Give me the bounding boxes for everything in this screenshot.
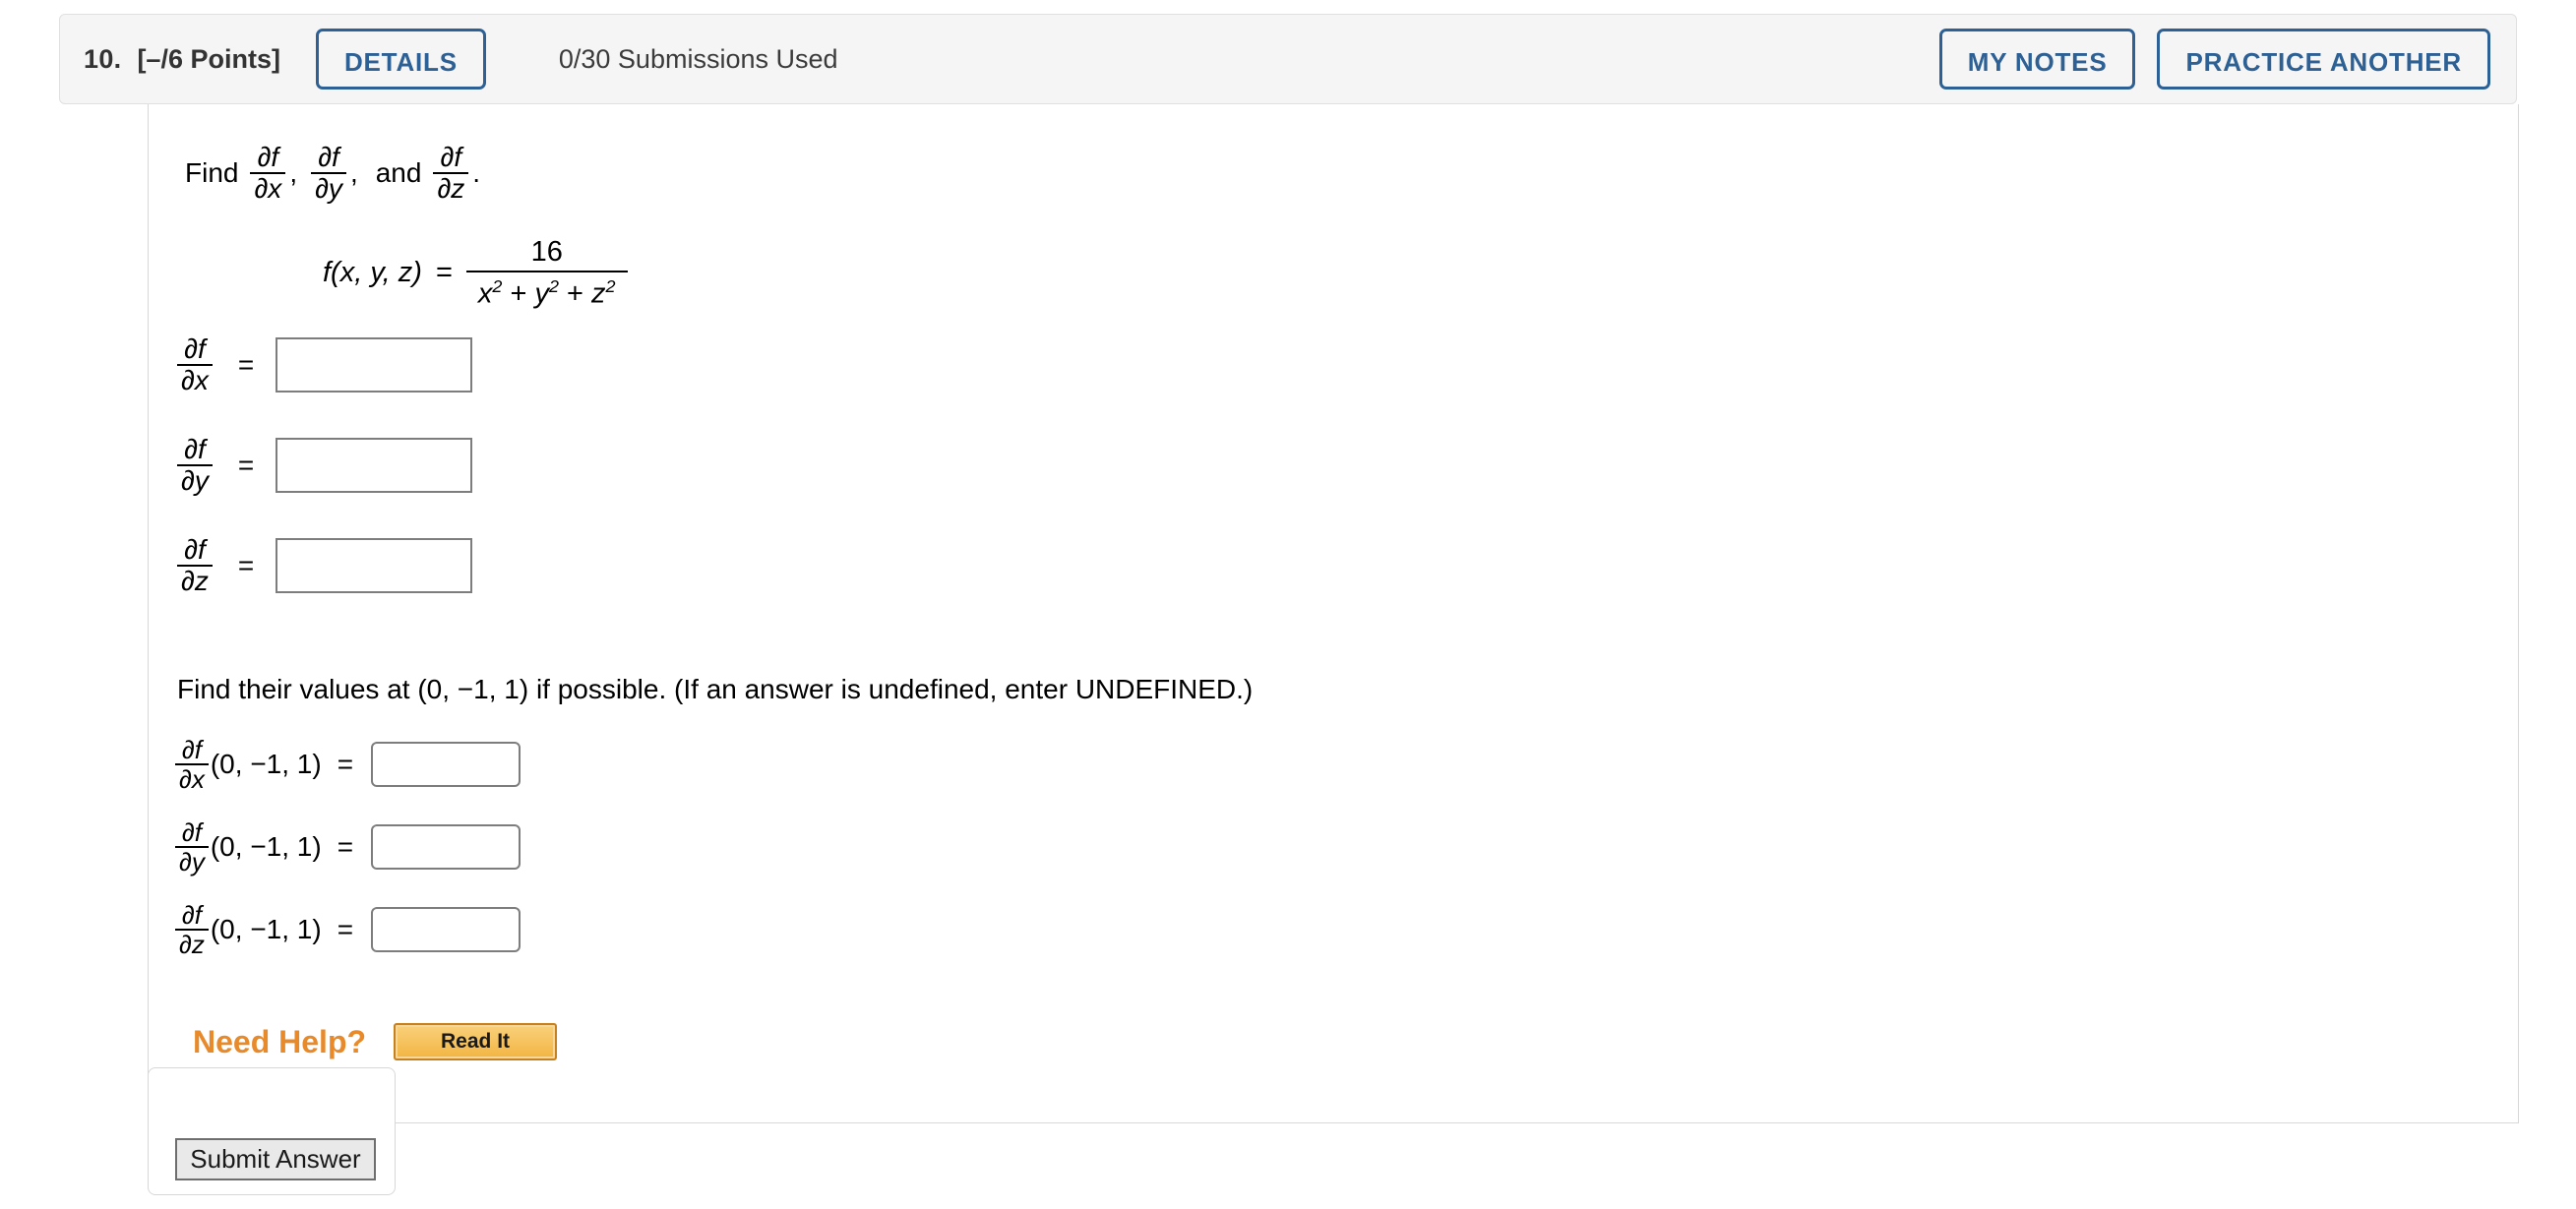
denominator: ∂y — [177, 464, 213, 496]
partial-f-partial-x-inline: ∂f ∂x — [250, 142, 286, 204]
answer-input-fy[interactable] — [276, 438, 473, 494]
header-actions: MY NOTES PRACTICE ANOTHER — [1938, 29, 2490, 90]
denominator: ∂z — [177, 565, 213, 596]
need-help-label: Need Help? — [193, 1023, 367, 1059]
partial-f-partial-z-label: ∂f ∂z — [177, 534, 213, 596]
partial-f-numerator: ∂f — [440, 142, 462, 172]
eval-input-fy[interactable] — [371, 824, 521, 871]
equals-sign: = — [337, 749, 354, 780]
eval-point-fy: (0, −1, 1) — [210, 831, 322, 863]
function-definition: f(x, y, z) = 16 x2 + y2 + z2 — [323, 236, 628, 311]
numerator: ∂f — [184, 534, 206, 565]
den-y-exp: 2 — [548, 276, 559, 296]
my-notes-button[interactable]: MY NOTES — [1938, 29, 2136, 90]
evaluate-prompt: Find their values at (0, −1, 1) if possi… — [177, 674, 1254, 704]
partial-f-partial-z-label: ∂f ∂z — [175, 901, 209, 958]
find-word: Find — [185, 157, 239, 189]
practice-another-button[interactable]: PRACTICE ANOTHER — [2157, 29, 2490, 90]
answer-row-fx: ∂f ∂x = — [177, 333, 473, 395]
eval-row-fz: ∂f ∂z (0, −1, 1) = — [175, 901, 521, 958]
numerator: ∂f — [184, 333, 206, 364]
partial-f-partial-y-label: ∂f ∂y — [177, 434, 213, 496]
equals-sign: = — [337, 914, 354, 945]
eval-input-fz[interactable] — [371, 907, 521, 953]
partial-f-partial-x-label: ∂f ∂x — [177, 333, 213, 395]
eval-row-fx: ∂f ∂x (0, −1, 1) = — [175, 736, 521, 793]
numerator: ∂f — [181, 735, 202, 764]
question-number: 10. — [84, 43, 122, 74]
den-z: z — [591, 277, 606, 310]
function-fraction: 16 x2 + y2 + z2 — [465, 236, 628, 311]
partial-y-denominator: ∂y — [311, 172, 346, 204]
denominator: ∂z — [175, 929, 209, 958]
eval-row-fy: ∂f ∂y (0, −1, 1) = — [175, 818, 521, 876]
equals-sign: = — [337, 831, 354, 863]
answer-input-fx[interactable] — [276, 337, 473, 393]
equals-sign: = — [237, 550, 255, 581]
partial-f-partial-x-label: ∂f ∂x — [175, 736, 209, 793]
denominator: ∂y — [175, 846, 209, 876]
function-numerator: 16 — [530, 236, 563, 268]
find-derivatives-prompt: Find ∂f ∂x , ∂f ∂y , and ∂f ∂z . — [177, 142, 481, 204]
den-x: x — [477, 277, 493, 310]
partial-z-denominator: ∂z — [433, 172, 469, 204]
denominator: ∂x — [175, 763, 209, 793]
answer-row-fz: ∂f ∂z = — [177, 534, 473, 596]
partial-x-denominator: ∂x — [250, 172, 286, 204]
partial-f-partial-z-inline: ∂f ∂z — [433, 142, 469, 204]
den-plus-1: + — [510, 277, 527, 310]
equals-sign: = — [435, 257, 453, 289]
equals-sign: = — [237, 450, 255, 481]
function-lhs: f(x, y, z) — [323, 257, 422, 289]
question-header-bar: 10. [–/6 Points] DETAILS 0/30 Submission… — [59, 14, 2517, 104]
function-denominator: x2 + y2 + z2 — [465, 271, 628, 311]
equals-sign: = — [237, 349, 255, 381]
answer-row-fy: ∂f ∂y = — [177, 434, 473, 496]
comma-1: , — [289, 157, 298, 189]
submissions-used-label: 0/30 Submissions Used — [558, 43, 838, 74]
and-word: and — [375, 157, 422, 189]
numerator: ∂f — [181, 817, 202, 847]
den-plus-2: + — [567, 277, 583, 310]
partial-f-partial-y-label: ∂f ∂y — [175, 818, 209, 876]
footer-divider — [394, 1122, 2519, 1123]
period: . — [472, 157, 481, 189]
read-it-button[interactable]: Read It — [394, 1023, 558, 1060]
partial-f-partial-y-inline: ∂f ∂y — [311, 142, 346, 204]
partial-f-numerator: ∂f — [318, 142, 339, 172]
den-z-exp: 2 — [605, 276, 616, 296]
den-y: y — [534, 277, 549, 310]
eval-input-fx[interactable] — [371, 742, 521, 788]
partial-f-numerator: ∂f — [257, 142, 279, 172]
comma-2: , — [349, 157, 358, 189]
denominator: ∂x — [177, 364, 213, 395]
eval-point-fz: (0, −1, 1) — [210, 914, 322, 945]
den-x-exp: 2 — [492, 276, 503, 296]
numerator: ∂f — [181, 900, 202, 930]
answer-input-fz[interactable] — [276, 538, 473, 594]
submit-answer-button[interactable]: Submit Answer — [175, 1138, 376, 1180]
eval-point-fx: (0, −1, 1) — [210, 749, 322, 780]
numerator: ∂f — [184, 434, 206, 464]
need-help-section: Need Help? Read It — [193, 1023, 558, 1060]
points-label: [–/6 Points] — [137, 43, 280, 74]
details-button[interactable]: DETAILS — [315, 29, 486, 90]
